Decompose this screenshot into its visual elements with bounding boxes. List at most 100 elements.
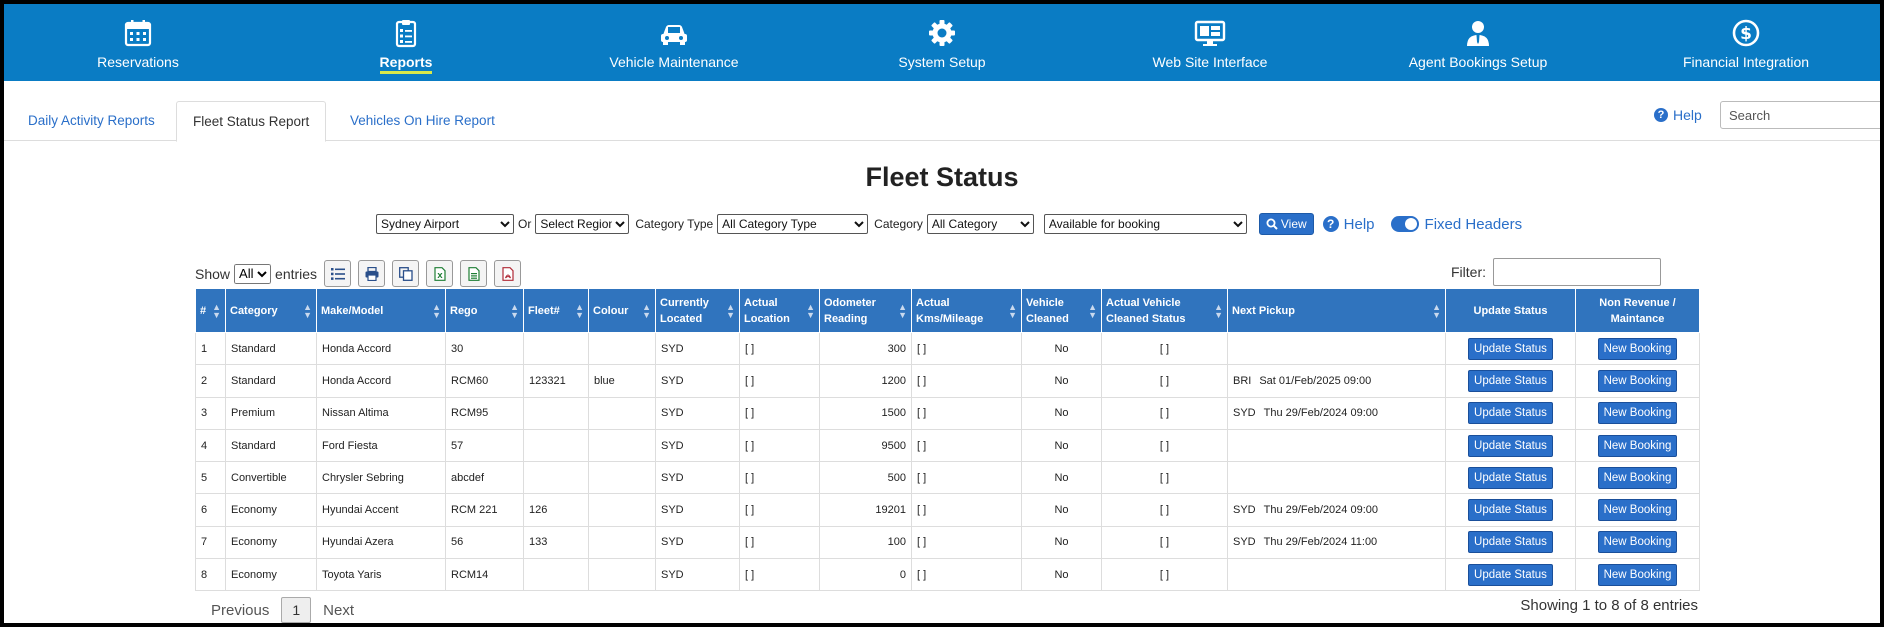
- column-visibility-button[interactable]: [324, 260, 352, 287]
- nav-system-setup[interactable]: System Setup: [808, 4, 1076, 81]
- cell-make: Nissan Altima: [316, 396, 446, 430]
- tab-fleet-status-report[interactable]: Fleet Status Report: [176, 101, 327, 142]
- cell-kms: [ ]: [911, 331, 1022, 366]
- column-header[interactable]: Colour ▲ ▼: [588, 288, 656, 333]
- cell-cleaned-status: [ ]: [1101, 331, 1228, 366]
- cell-next-pickup: SYD Thu 29/Feb/2024 09:00: [1227, 493, 1446, 527]
- cell-cleaned-status: [ ]: [1101, 525, 1228, 560]
- cell-update-status: Update Status: [1445, 525, 1576, 560]
- cell-next-pickup: [1227, 331, 1446, 366]
- excel-export-button[interactable]: X: [426, 260, 454, 287]
- nav-financial-integration[interactable]: $ Financial Integration: [1612, 4, 1880, 81]
- nav-web-site-interface[interactable]: Web Site Interface: [1076, 4, 1344, 81]
- entries-select[interactable]: All: [234, 263, 272, 284]
- region-select[interactable]: Select Region: [535, 214, 630, 234]
- column-header[interactable]: Next Pickup ▲ ▼: [1227, 288, 1446, 333]
- view-button[interactable]: View: [1258, 213, 1314, 235]
- nav-reports[interactable]: Reports: [272, 4, 540, 81]
- cell-category: Economy: [225, 525, 317, 560]
- cell-rego: RCM95: [445, 396, 524, 430]
- cell-fleet: [523, 428, 589, 463]
- column-header[interactable]: Rego ▲ ▼: [445, 288, 524, 333]
- update-status-button[interactable]: Update Status: [1468, 434, 1553, 457]
- column-header[interactable]: Fleet# ▲ ▼: [523, 288, 589, 333]
- cell-actual-location: [ ]: [739, 396, 820, 430]
- filter-input[interactable]: [1493, 258, 1661, 286]
- sort-icon: ▲ ▼: [898, 301, 907, 320]
- previous-page-button[interactable]: Previous: [199, 602, 281, 619]
- pickup-location: SYD: [1233, 504, 1256, 517]
- column-header[interactable]: Vehicle Cleaned ▲ ▼: [1021, 288, 1102, 333]
- sort-icon: ▲ ▼: [1088, 301, 1097, 320]
- column-header[interactable]: Make/Model ▲ ▼: [316, 288, 446, 333]
- cell-make: Hyundai Accent: [316, 493, 446, 527]
- column-header[interactable]: Currently Located ▲ ▼: [655, 288, 740, 333]
- cell-cleaned: No: [1021, 428, 1102, 463]
- cell-non-revenue: New Booking: [1575, 461, 1700, 495]
- category-type-label: Category Type: [635, 217, 714, 231]
- cell-n: 8: [195, 558, 226, 592]
- column-header[interactable]: Category ▲ ▼: [225, 288, 317, 333]
- update-status-button[interactable]: Update Status: [1468, 499, 1553, 522]
- new-booking-button[interactable]: New Booking: [1597, 369, 1678, 392]
- new-booking-button[interactable]: New Booking: [1597, 402, 1678, 425]
- new-booking-button[interactable]: New Booking: [1597, 499, 1678, 522]
- nav-reservations[interactable]: Reservations: [4, 4, 272, 81]
- update-status-button[interactable]: Update Status: [1468, 563, 1553, 586]
- nav-agent-bookings-setup[interactable]: Agent Bookings Setup: [1344, 4, 1612, 81]
- fixed-headers-toggle[interactable]: [1390, 216, 1419, 232]
- cell-cleaned-status: [ ]: [1101, 461, 1228, 495]
- sort-icon: ▲ ▼: [212, 301, 221, 320]
- cell-colour: [588, 461, 656, 495]
- top-navigation: Reservations Reports Vehicle Maintenance…: [4, 4, 1880, 81]
- category-type-select[interactable]: All Category Type: [717, 214, 869, 234]
- cell-odometer: 9500: [819, 428, 912, 463]
- new-booking-button[interactable]: New Booking: [1597, 466, 1678, 489]
- column-header[interactable]: Actual Kms/Mileage ▲ ▼: [911, 288, 1022, 333]
- new-booking-button[interactable]: New Booking: [1597, 563, 1678, 586]
- update-status-button[interactable]: Update Status: [1468, 337, 1553, 360]
- update-status-button[interactable]: Update Status: [1468, 531, 1553, 554]
- table-row: 1 Standard Honda Accord 30 SYD[ ] 300[ ] No[ ]…: [195, 331, 1700, 366]
- location-select[interactable]: Sydney Airport: [376, 214, 514, 234]
- copy-button[interactable]: [392, 260, 420, 287]
- filter-help-link[interactable]: ? Help: [1322, 215, 1375, 233]
- column-header[interactable]: Actual Vehicle Cleaned Status ▲ ▼: [1101, 288, 1228, 333]
- csv-export-button[interactable]: [460, 260, 488, 287]
- tab-vehicles-on-hire-report[interactable]: Vehicles On Hire Report: [334, 101, 511, 141]
- column-header[interactable]: Actual Location ▲ ▼: [739, 288, 820, 333]
- nav-vehicle-maintenance[interactable]: Vehicle Maintenance: [540, 4, 808, 81]
- column-header[interactable]: Odometer Reading ▲ ▼: [819, 288, 912, 333]
- next-page-button[interactable]: Next: [311, 602, 366, 619]
- cell-category: Premium: [225, 396, 317, 430]
- cell-rego: RCM 221: [445, 493, 524, 527]
- tab-daily-activity-reports[interactable]: Daily Activity Reports: [12, 101, 171, 141]
- new-booking-button[interactable]: New Booking: [1597, 434, 1678, 457]
- copy-icon: [398, 266, 413, 281]
- new-booking-button[interactable]: New Booking: [1597, 531, 1678, 554]
- cell-fleet: 123321: [523, 364, 589, 398]
- update-status-button[interactable]: Update Status: [1468, 402, 1553, 425]
- page-number-button[interactable]: 1: [281, 597, 312, 623]
- new-booking-button[interactable]: New Booking: [1597, 337, 1678, 360]
- nav-label: Web Site Interface: [1152, 54, 1268, 70]
- svg-text:$: $: [1740, 24, 1752, 44]
- cell-non-revenue: New Booking: [1575, 558, 1700, 592]
- availability-select[interactable]: Available for booking: [1043, 214, 1247, 234]
- print-button[interactable]: [358, 260, 386, 287]
- column-header[interactable]: # ▲ ▼: [195, 288, 226, 333]
- column-header: Non Revenue / Maintance: [1575, 288, 1700, 333]
- update-status-button[interactable]: Update Status: [1468, 466, 1553, 489]
- cell-n: 5: [195, 461, 226, 495]
- pickup-location: SYD: [1233, 536, 1256, 549]
- help-label: Help: [1343, 215, 1375, 233]
- search-input[interactable]: [1720, 101, 1880, 129]
- nav-label: Agent Bookings Setup: [1408, 54, 1548, 70]
- table-row: 4 Standard Ford Fiesta 57 SYD[ ] 9500[ ] No[ ]…: [195, 428, 1700, 463]
- update-status-button[interactable]: Update Status: [1468, 369, 1553, 392]
- category-select[interactable]: All Category: [926, 214, 1034, 234]
- pdf-export-button[interactable]: [494, 260, 522, 287]
- nav-label: System Setup: [898, 54, 986, 70]
- help-link[interactable]: ? Help: [1654, 107, 1702, 123]
- nav-label: Financial Integration: [1682, 54, 1810, 70]
